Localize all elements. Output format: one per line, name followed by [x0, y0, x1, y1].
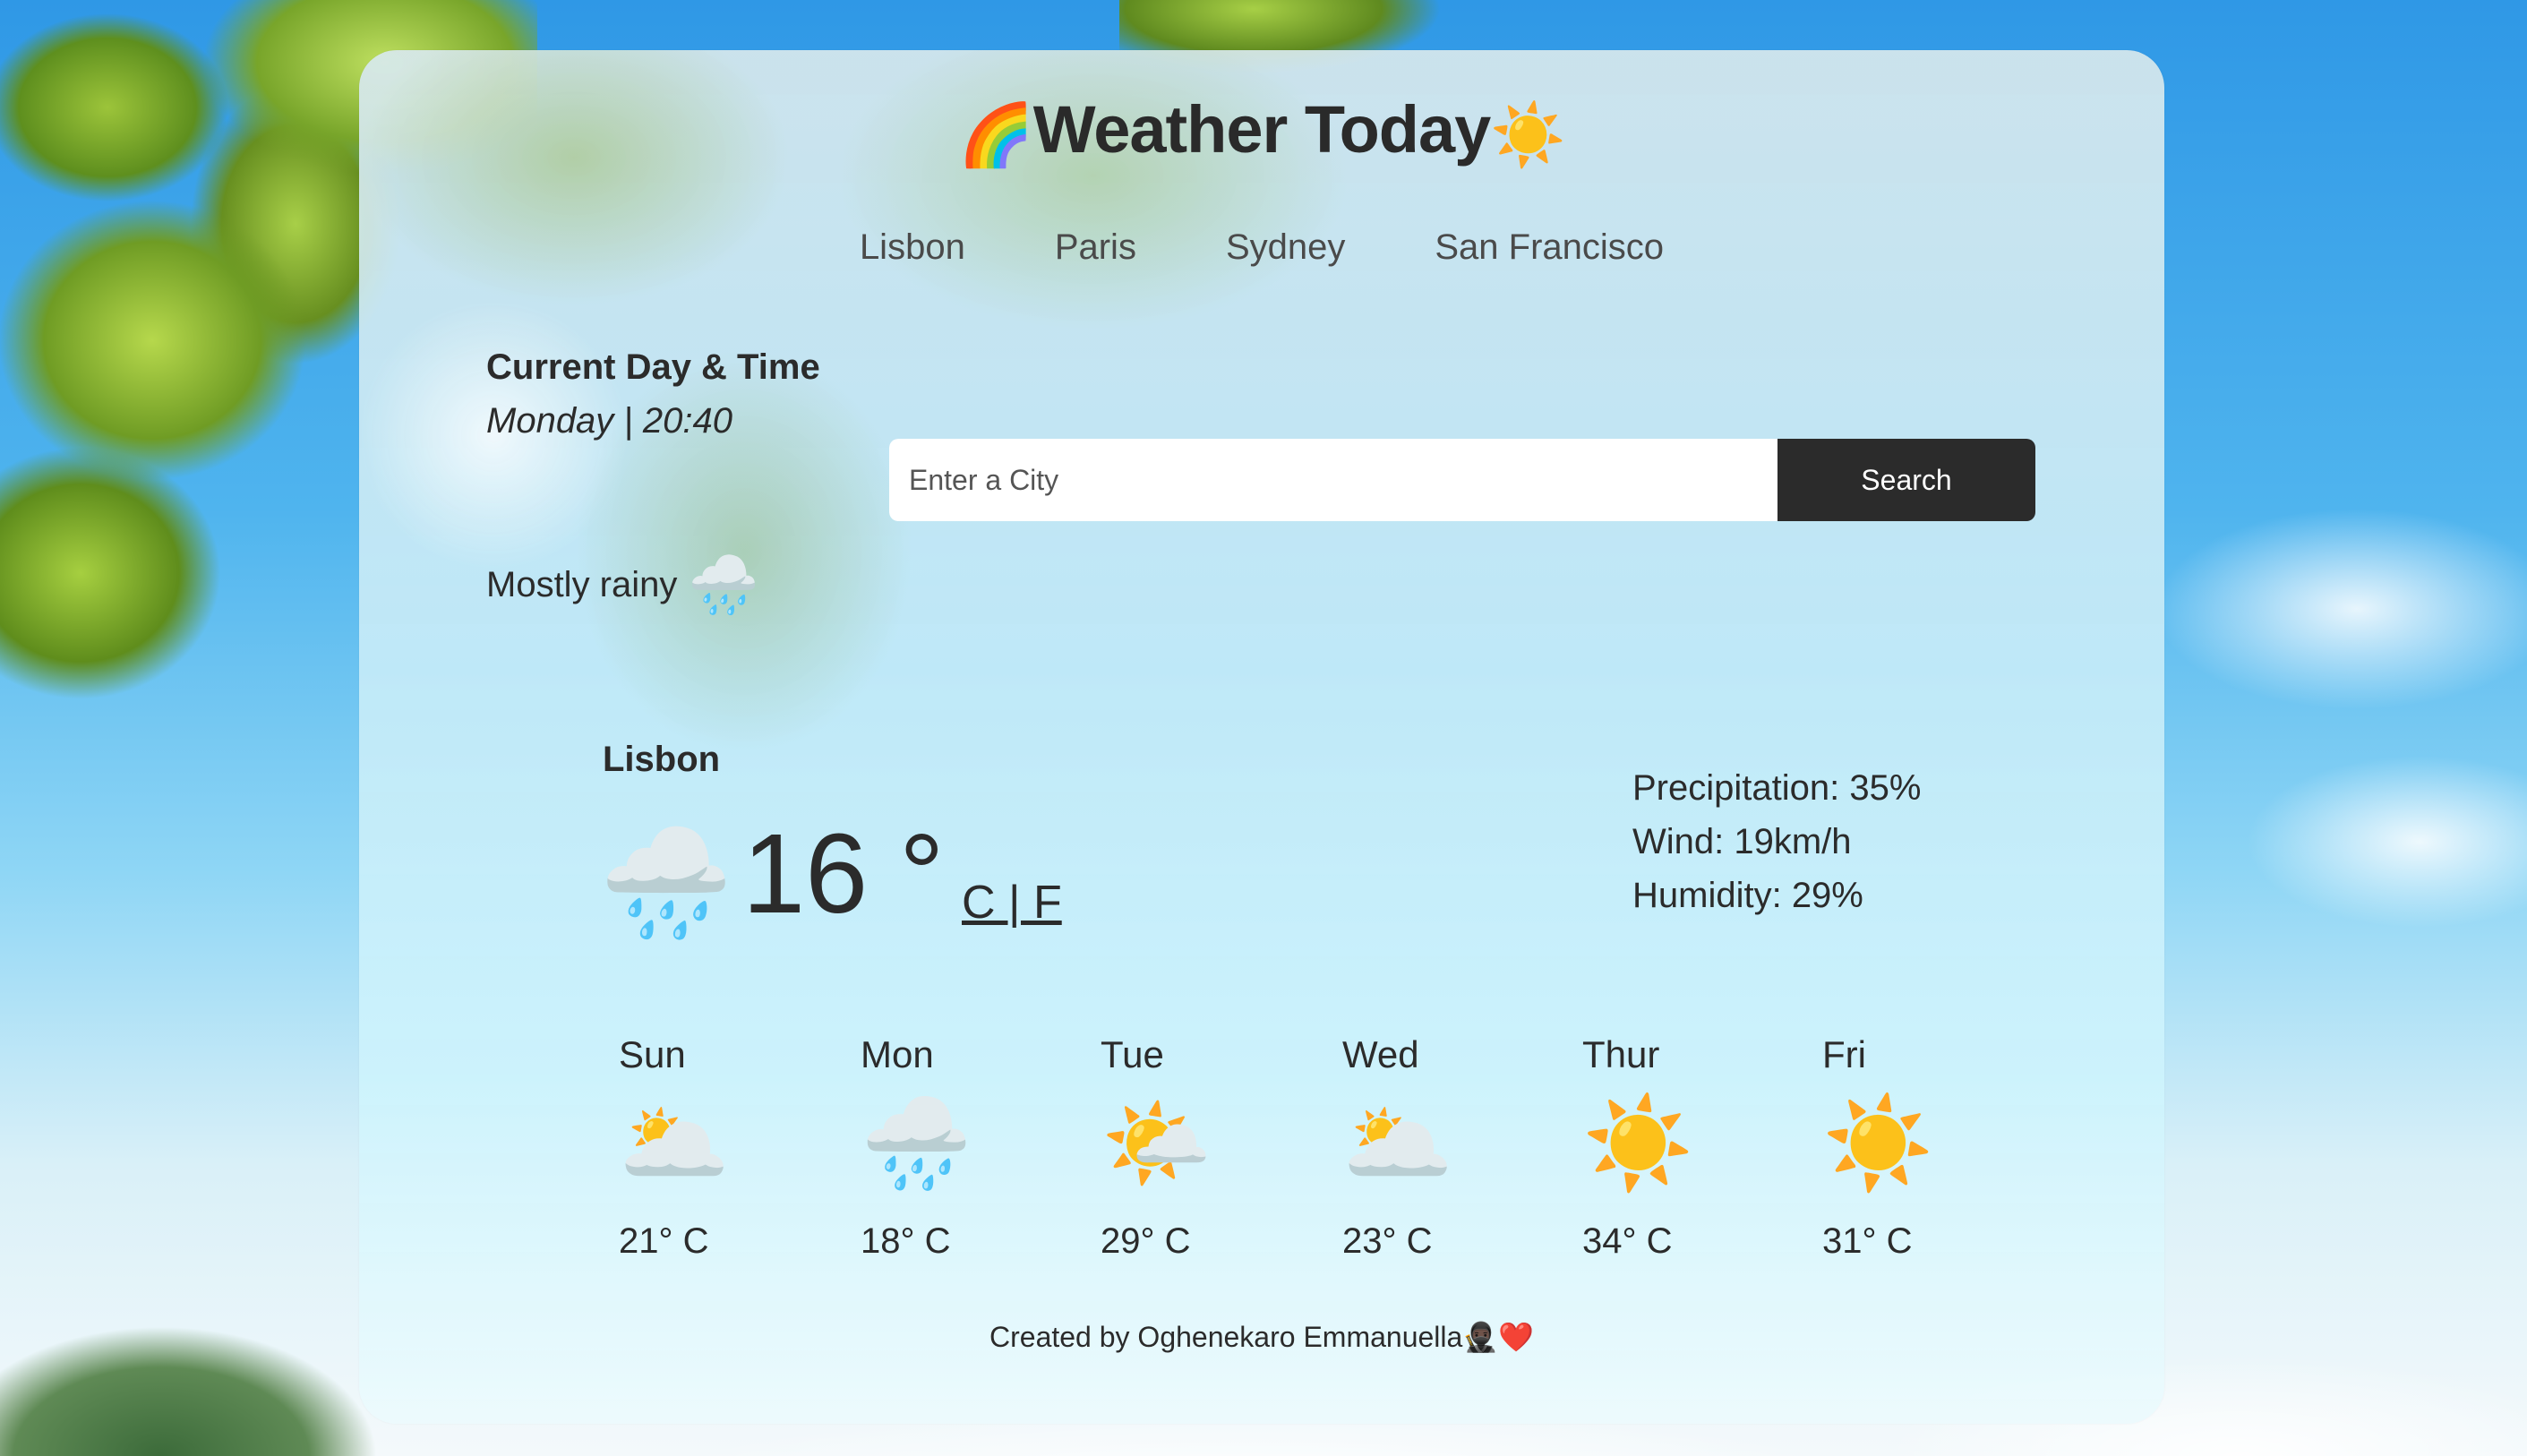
- temperature-value: 16 °: [742, 810, 945, 937]
- rain-cloud-icon: 🌧️: [688, 552, 760, 617]
- weather-condition: Mostly rainy 🌧️: [486, 552, 759, 619]
- rainbow-icon: 🌈: [958, 101, 1034, 169]
- sun-behind-cloud-icon: 🌤️: [1101, 1093, 1212, 1194]
- footer-credit: Created by Oghenekaro Emmanuella🥷🏿❤️: [989, 1321, 1534, 1353]
- forecast-temp: 31° C: [1822, 1221, 1913, 1261]
- forecast-day-name: Sun: [619, 1033, 686, 1075]
- rain-cloud-icon: 🌧️: [599, 823, 733, 943]
- nav-link-san-francisco[interactable]: San Francisco: [1435, 227, 1664, 268]
- sun-icon: ☀️: [1490, 101, 1566, 169]
- forecast-day: Wed 🌥️ 23° C: [1342, 1033, 1521, 1262]
- nav-link-paris[interactable]: Paris: [1055, 227, 1136, 268]
- forecast-temp: 29° C: [1101, 1221, 1191, 1261]
- humidity: Humidity: 29%: [1632, 876, 1863, 915]
- forecast-day-name: Fri: [1822, 1033, 1866, 1075]
- search-button[interactable]: Search: [1777, 439, 2035, 521]
- forecast-temp: 18° C: [861, 1221, 951, 1261]
- forecast-day: Thur ☀️ 34° C: [1582, 1033, 1761, 1262]
- sun-icon: ☀️: [1582, 1093, 1694, 1194]
- forecast: Sun 🌥️ 21° C Mon 🌧️ 18° C Tue 🌤️ 29° C W…: [619, 1033, 2052, 1320]
- app-title-text: Weather Today: [1032, 92, 1492, 167]
- forecast-day: Sun 🌥️ 21° C: [619, 1033, 798, 1262]
- forecast-day: Mon 🌧️ 18° C: [861, 1033, 1040, 1262]
- city-search-input[interactable]: [889, 439, 1777, 521]
- partly-cloudy-icon: 🌥️: [619, 1093, 731, 1194]
- current-day-time-label: Current Day & Time: [486, 347, 820, 387]
- forecast-day-name: Wed: [1342, 1033, 1419, 1075]
- forecast-day-name: Tue: [1101, 1033, 1164, 1075]
- precipitation: Precipitation: 35%: [1632, 768, 1922, 808]
- rain-cloud-icon: 🌧️: [861, 1093, 972, 1194]
- nav-link-lisbon[interactable]: Lisbon: [860, 227, 965, 268]
- forecast-temp: 21° C: [619, 1221, 709, 1261]
- city-nav: Lisbon Paris Sydney San Francisco: [359, 227, 2164, 268]
- unit-toggle[interactable]: C | F: [962, 876, 1062, 929]
- current-day-time-value: Monday | 20:40: [486, 401, 733, 441]
- sun-icon: ☀️: [1822, 1093, 1934, 1194]
- condition-text: Mostly rainy: [486, 565, 678, 604]
- partly-cloudy-icon: 🌥️: [1342, 1093, 1454, 1194]
- app-title: 🌈Weather Today☀️: [359, 91, 2164, 171]
- city-name: Lisbon: [603, 740, 721, 779]
- forecast-day: Tue 🌤️ 29° C: [1101, 1033, 1280, 1262]
- wind: Wind: 19km/h: [1632, 822, 1852, 861]
- nav-link-sydney[interactable]: Sydney: [1226, 227, 1345, 268]
- forecast-day-name: Mon: [861, 1033, 934, 1075]
- forecast-day-name: Thur: [1582, 1033, 1660, 1075]
- forecast-day: Fri ☀️ 31° C: [1822, 1033, 2001, 1262]
- weather-stats: Precipitation: 35% Wind: 19km/h Humidity…: [1632, 761, 1921, 922]
- forecast-temp: 23° C: [1342, 1221, 1433, 1261]
- search-form: Search: [889, 439, 2035, 521]
- weather-card: 🌈Weather Today☀️ Lisbon Paris Sydney San Fr…: [359, 50, 2164, 1424]
- forecast-temp: 34° C: [1582, 1221, 1673, 1261]
